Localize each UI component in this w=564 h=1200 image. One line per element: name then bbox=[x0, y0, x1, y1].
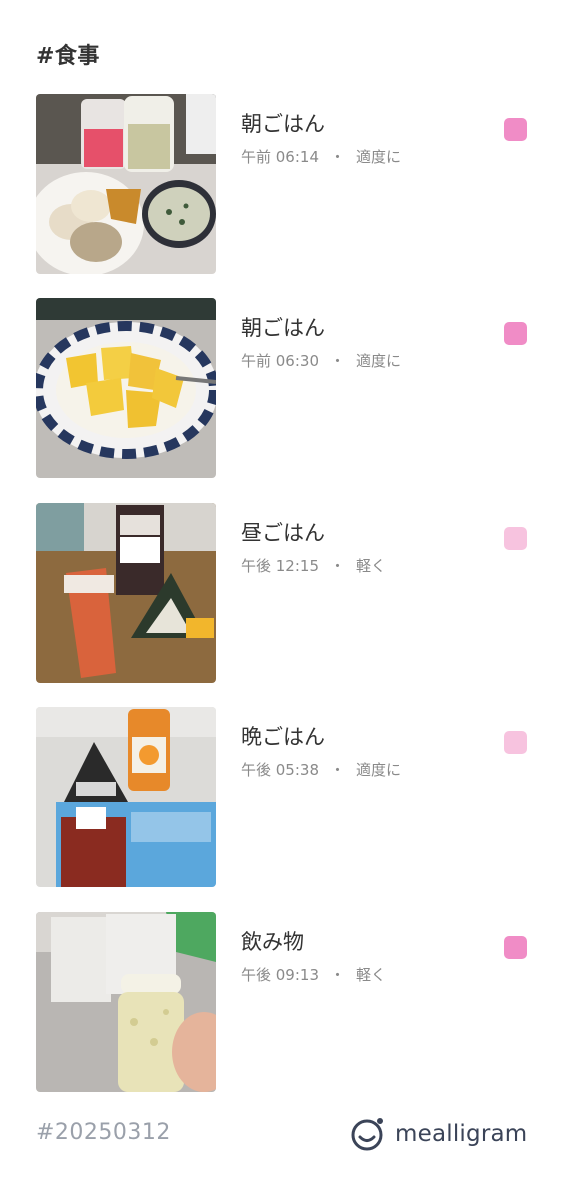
meal-amount: 適度に bbox=[356, 761, 402, 779]
meta-separator: ・ bbox=[330, 966, 346, 984]
meta-separator: ・ bbox=[330, 352, 346, 370]
meal-photo[interactable] bbox=[36, 707, 216, 887]
mood-color-indicator bbox=[504, 936, 527, 959]
meal-photo[interactable] bbox=[36, 912, 216, 1092]
meal-item-dinner[interactable]: 晩ごはん 午後 05:38 ・適度に bbox=[0, 707, 564, 887]
meal-meta: 午前 06:14 ・適度に bbox=[241, 146, 401, 167]
meta-separator: ・ bbox=[330, 148, 346, 166]
meal-meta: 午前 06:30 ・適度に bbox=[241, 350, 401, 371]
meta-separator: ・ bbox=[330, 557, 346, 575]
meal-photo[interactable] bbox=[36, 503, 216, 683]
mood-color-indicator bbox=[504, 731, 527, 754]
meal-time: 午後 12:15 bbox=[241, 557, 319, 575]
meal-title: 朝ごはん bbox=[241, 112, 325, 136]
meal-title: 朝ごはん bbox=[241, 316, 325, 340]
meal-meta: 午後 12:15 ・軽く bbox=[241, 555, 386, 576]
meal-title: 晩ごはん bbox=[241, 725, 325, 749]
mealligram-smile-logo-icon bbox=[351, 1118, 383, 1151]
yogurt-pineapple-photo-image bbox=[36, 298, 216, 478]
meal-item-lunch[interactable]: 昼ごはん 午後 12:15 ・軽く bbox=[0, 503, 564, 683]
meal-amount: 軽く bbox=[356, 557, 387, 575]
meal-time: 午前 06:30 bbox=[241, 352, 319, 370]
meal-amount: 軽く bbox=[356, 966, 387, 984]
meal-time: 午後 05:38 bbox=[241, 761, 319, 779]
meal-meta: 午後 05:38 ・適度に bbox=[241, 759, 401, 780]
meal-amount: 適度に bbox=[356, 352, 402, 370]
meal-photo[interactable] bbox=[36, 94, 216, 274]
meal-amount: 適度に bbox=[356, 148, 402, 166]
meal-time: 午前 06:14 bbox=[241, 148, 319, 166]
page-title: #食事 bbox=[36, 44, 100, 69]
meal-item-drink[interactable]: 飲み物 午後 09:13 ・軽く bbox=[0, 912, 564, 1092]
dinner-photo-image bbox=[36, 707, 216, 887]
mood-color-indicator bbox=[504, 527, 527, 550]
brand-logo: mealligram bbox=[350, 1114, 527, 1154]
meal-title: 飲み物 bbox=[241, 930, 304, 954]
meal-item-breakfast-1[interactable]: 朝ごはん 午前 06:14 ・適度に bbox=[0, 94, 564, 274]
mood-color-indicator bbox=[504, 322, 527, 345]
date-hashtag: #20250312 bbox=[36, 1120, 171, 1145]
meal-time: 午後 09:13 bbox=[241, 966, 319, 984]
meal-meta: 午後 09:13 ・軽く bbox=[241, 964, 386, 985]
brand-name: mealligram bbox=[395, 1121, 528, 1147]
drink-photo-image bbox=[36, 912, 216, 1092]
lunch-photo-image bbox=[36, 503, 216, 683]
meal-item-breakfast-2[interactable]: 朝ごはん 午前 06:30 ・適度に bbox=[0, 298, 564, 478]
mood-color-indicator bbox=[504, 118, 527, 141]
breakfast-photo-image bbox=[36, 94, 216, 274]
meta-separator: ・ bbox=[330, 761, 346, 779]
meal-title: 昼ごはん bbox=[241, 521, 325, 545]
meal-photo[interactable] bbox=[36, 298, 216, 478]
